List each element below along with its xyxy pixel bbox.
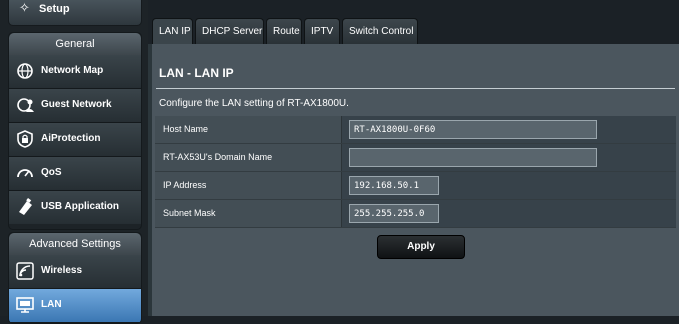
field-value-cell: 192.168.50.1 <box>342 172 676 199</box>
sidebar-item-label: Setup <box>39 3 70 15</box>
form-row-ip-address: IP Address 192.168.50.1 <box>155 172 676 200</box>
field-value-cell: 255.255.255.0 <box>342 200 676 227</box>
sidebar-group-title: General <box>9 33 141 55</box>
tab-bar: LAN IP DHCP Server Route IPTV Switch Con… <box>148 0 679 44</box>
form-row-domain-name: RT-AX53U's Domain Name <box>155 144 676 172</box>
host-name-input[interactable]: RT-AX1800U-0F60 <box>349 120 597 139</box>
sidebar-item-label: LAN <box>41 299 62 310</box>
sidebar-item-qos[interactable]: QoS <box>9 157 141 191</box>
sidebar-advanced-group: Advanced Settings Wireless LAN <box>8 232 142 324</box>
form-row-host-name: Host Name RT-AX1800U-0F60 <box>155 116 676 144</box>
lock-shield-icon <box>15 129 35 149</box>
guest-globe-icon <box>15 95 35 115</box>
tab-switch-control[interactable]: Switch Control <box>342 18 418 44</box>
sidebar-item-label: Wireless <box>41 265 83 276</box>
subnet-mask-input[interactable]: 255.255.255.0 <box>349 204 439 223</box>
ip-address-input[interactable]: 192.168.50.1 <box>349 176 439 195</box>
sidebar-item-network-map[interactable]: Network Map <box>9 55 141 89</box>
settings-panel: LAN - LAN IP Configure the LAN setting o… <box>152 44 679 316</box>
sidebar-item-lan[interactable]: LAN <box>9 289 141 323</box>
tab-iptv[interactable]: IPTV <box>304 18 340 44</box>
sidebar-item-usb-application[interactable]: USB Application <box>9 191 141 224</box>
globe-network-icon <box>15 61 35 81</box>
speedometer-icon <box>15 163 35 183</box>
sidebar-item-label: USB Application <box>41 201 119 212</box>
sidebar-item-label: Guest Network <box>41 99 112 110</box>
tab-lan-ip[interactable]: LAN IP <box>152 18 193 44</box>
sidebar-group-title: Advanced Settings <box>9 233 141 255</box>
tab-route[interactable]: Route <box>266 18 302 44</box>
field-label: RT-AX53U's Domain Name <box>155 144 342 171</box>
sidebar: ✧ Setup General Network Map Guest Networ… <box>0 0 148 324</box>
sidebar-general-group: General Network Map Guest Network AiProt… <box>8 32 142 230</box>
sidebar-item-setup[interactable]: ✧ Setup <box>8 0 142 26</box>
field-value-cell <box>342 144 676 171</box>
field-label: Subnet Mask <box>155 200 342 227</box>
apply-button[interactable]: Apply <box>377 235 465 259</box>
content-area: LAN - LAN IP Configure the LAN setting o… <box>152 44 679 316</box>
sidebar-item-label: QoS <box>41 167 62 178</box>
field-value-cell: RT-AX1800U-0F60 <box>342 116 676 143</box>
lan-ip-form: Host Name RT-AX1800U-0F60 RT-AX53U's Dom… <box>155 116 676 228</box>
field-label: Host Name <box>155 116 342 143</box>
tab-dhcp-server[interactable]: DHCP Server <box>195 18 264 44</box>
wand-icon: ✧ <box>19 0 30 15</box>
sidebar-item-wireless[interactable]: Wireless <box>9 255 141 289</box>
title-divider <box>156 88 675 89</box>
sidebar-item-label: Network Map <box>41 65 104 76</box>
sidebar-item-guest-network[interactable]: Guest Network <box>9 89 141 123</box>
page-description: Configure the LAN setting of RT-AX1800U. <box>159 98 349 109</box>
lan-monitor-icon <box>15 295 35 315</box>
field-label: IP Address <box>155 172 342 199</box>
usb-puzzle-icon <box>15 197 35 217</box>
wireless-icon <box>15 261 35 281</box>
page-title: LAN - LAN IP <box>159 66 234 80</box>
sidebar-item-label: AiProtection <box>41 133 101 144</box>
sidebar-item-aiprotection[interactable]: AiProtection <box>9 123 141 157</box>
domain-name-input[interactable] <box>349 148 597 167</box>
main-panel: LAN IP DHCP Server Route IPTV Switch Con… <box>148 0 679 316</box>
form-row-subnet-mask: Subnet Mask 255.255.255.0 <box>155 200 676 228</box>
